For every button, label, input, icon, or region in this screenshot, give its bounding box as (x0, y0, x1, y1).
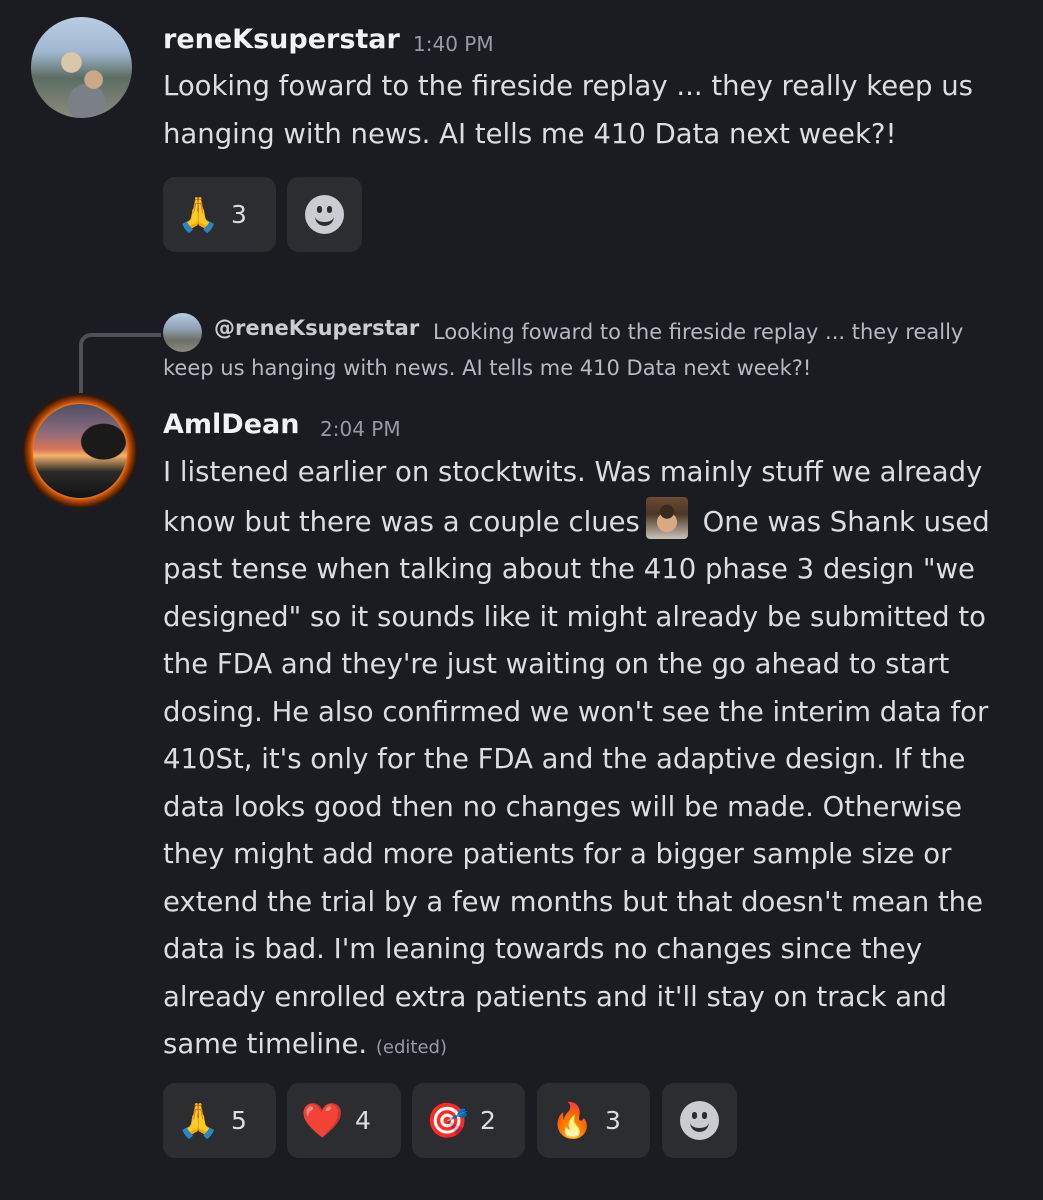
message-author[interactable]: AmlDean (163, 409, 299, 440)
red-heart-emoji: ❤️ (301, 1100, 344, 1141)
reaction-count: 4 (355, 1106, 371, 1135)
smiley-icon (680, 1101, 719, 1140)
reaction-count: 3 (605, 1106, 621, 1135)
reply-author[interactable]: @reneKsuperstar (214, 316, 419, 340)
reaction-count: 2 (480, 1106, 496, 1135)
user-avatar[interactable] (31, 17, 132, 118)
message-timestamp: 1:40 PM (413, 32, 494, 56)
reaction-folded-hands[interactable]: 🙏 3 (163, 177, 276, 252)
fire-emoji: 🔥 (551, 1100, 594, 1141)
custom-emoji (645, 496, 688, 539)
reaction-count: 5 (231, 1106, 247, 1135)
add-reaction-button[interactable] (662, 1083, 737, 1158)
message-author[interactable]: reneKsuperstar (163, 24, 400, 55)
direct-hit-emoji: 🎯 (426, 1100, 469, 1141)
folded-hands-emoji: 🙏 (177, 194, 220, 235)
edited-label: (edited) (375, 1037, 447, 1058)
message-text: Looking foward to the fireside replay ..… (163, 70, 982, 150)
reply-avatar (163, 313, 202, 352)
message-text-part2: One was Shank used past tense when talki… (163, 505, 999, 1061)
folded-hands-emoji: 🙏 (177, 1100, 220, 1141)
message-text: I listened earlier on stocktwits. Was ma… (163, 449, 1023, 1072)
reply-connector (79, 333, 161, 393)
reaction-direct-hit[interactable]: 🎯 2 (412, 1083, 525, 1158)
message-timestamp: 2:04 PM (320, 417, 401, 441)
reaction-fire[interactable]: 🔥 3 (537, 1083, 650, 1158)
user-avatar[interactable] (33, 404, 127, 498)
reaction-folded-hands[interactable]: 🙏 5 (163, 1083, 276, 1158)
reaction-count: 3 (231, 200, 247, 229)
reaction-heart[interactable]: ❤️ 4 (287, 1083, 401, 1158)
smiley-icon (305, 195, 344, 234)
add-reaction-button[interactable] (287, 177, 362, 252)
